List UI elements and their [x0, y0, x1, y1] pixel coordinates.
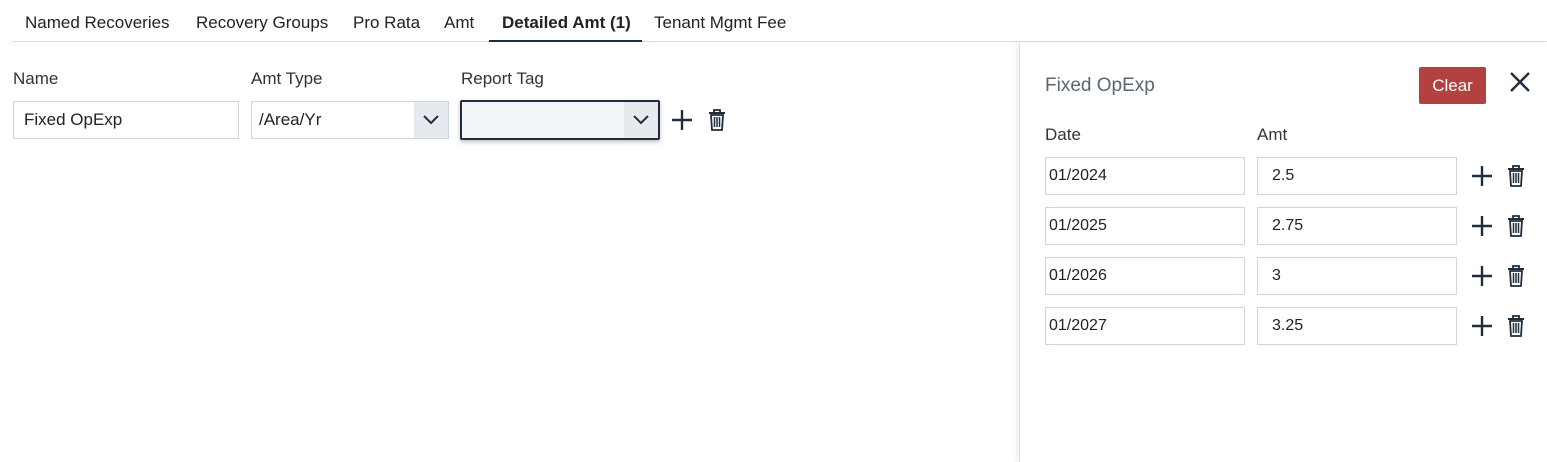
amt-input[interactable]	[1257, 157, 1457, 195]
report-tag-select[interactable]	[460, 100, 660, 140]
add-row-button[interactable]	[1467, 211, 1497, 241]
amt-type-value: /Area/Yr	[259, 110, 322, 129]
schedule-row	[1045, 257, 1535, 295]
tab-recovery-groups[interactable]: Recovery Groups	[196, 0, 328, 42]
plus-icon	[1472, 266, 1492, 286]
schedule-row	[1045, 157, 1535, 195]
plus-icon	[672, 110, 692, 130]
tab-bar: Named Recoveries Recovery Groups Pro Rat…	[12, 0, 1547, 42]
tab-pro-rata[interactable]: Pro Rata	[353, 0, 420, 42]
delete-recovery-button[interactable]	[705, 106, 729, 134]
delete-row-button[interactable]	[1503, 161, 1529, 191]
amt-input[interactable]	[1257, 257, 1457, 295]
plus-icon	[1472, 316, 1492, 336]
detail-panel: Fixed OpExp Clear Date Amt	[1019, 42, 1547, 462]
amt-input[interactable]	[1257, 207, 1457, 245]
trash-icon	[1508, 165, 1524, 187]
close-button[interactable]	[1507, 69, 1533, 95]
report-tag-label: Report Tag	[461, 69, 544, 88]
add-row-button[interactable]	[1467, 161, 1497, 191]
date-input[interactable]	[1045, 207, 1245, 245]
name-input[interactable]	[13, 101, 239, 139]
date-input[interactable]	[1045, 307, 1245, 345]
chevron-down-icon[interactable]	[414, 102, 448, 138]
tab-amt[interactable]: Amt	[444, 0, 474, 42]
clear-button[interactable]: Clear	[1419, 67, 1486, 104]
panel-title: Fixed OpExp	[1045, 75, 1155, 96]
date-input[interactable]	[1045, 157, 1245, 195]
trash-icon	[709, 109, 725, 131]
chevron-down-icon[interactable]	[624, 102, 658, 138]
delete-row-button[interactable]	[1503, 261, 1529, 291]
plus-icon	[1472, 216, 1492, 236]
add-row-button[interactable]	[1467, 311, 1497, 341]
delete-row-button[interactable]	[1503, 311, 1529, 341]
schedule-row	[1045, 207, 1535, 245]
date-input[interactable]	[1045, 257, 1245, 295]
schedule-row	[1045, 307, 1535, 345]
close-icon	[1510, 72, 1530, 92]
delete-row-button[interactable]	[1503, 211, 1529, 241]
amt-type-select[interactable]: /Area/Yr	[251, 101, 449, 139]
tab-named-recoveries[interactable]: Named Recoveries	[25, 0, 170, 42]
add-row-button[interactable]	[1467, 261, 1497, 291]
amt-input[interactable]	[1257, 307, 1457, 345]
tab-tenant-mgmt-fee[interactable]: Tenant Mgmt Fee	[654, 0, 786, 42]
amt-type-label: Amt Type	[251, 69, 323, 88]
amt-column-label: Amt	[1257, 125, 1288, 144]
name-label: Name	[13, 69, 59, 88]
date-column-label: Date	[1045, 125, 1081, 144]
trash-icon	[1508, 215, 1524, 237]
plus-icon	[1472, 166, 1492, 186]
add-recovery-button[interactable]	[668, 106, 696, 134]
trash-icon	[1508, 315, 1524, 337]
tab-detailed-amt[interactable]: Detailed Amt (1)	[489, 0, 642, 42]
trash-icon	[1508, 265, 1524, 287]
